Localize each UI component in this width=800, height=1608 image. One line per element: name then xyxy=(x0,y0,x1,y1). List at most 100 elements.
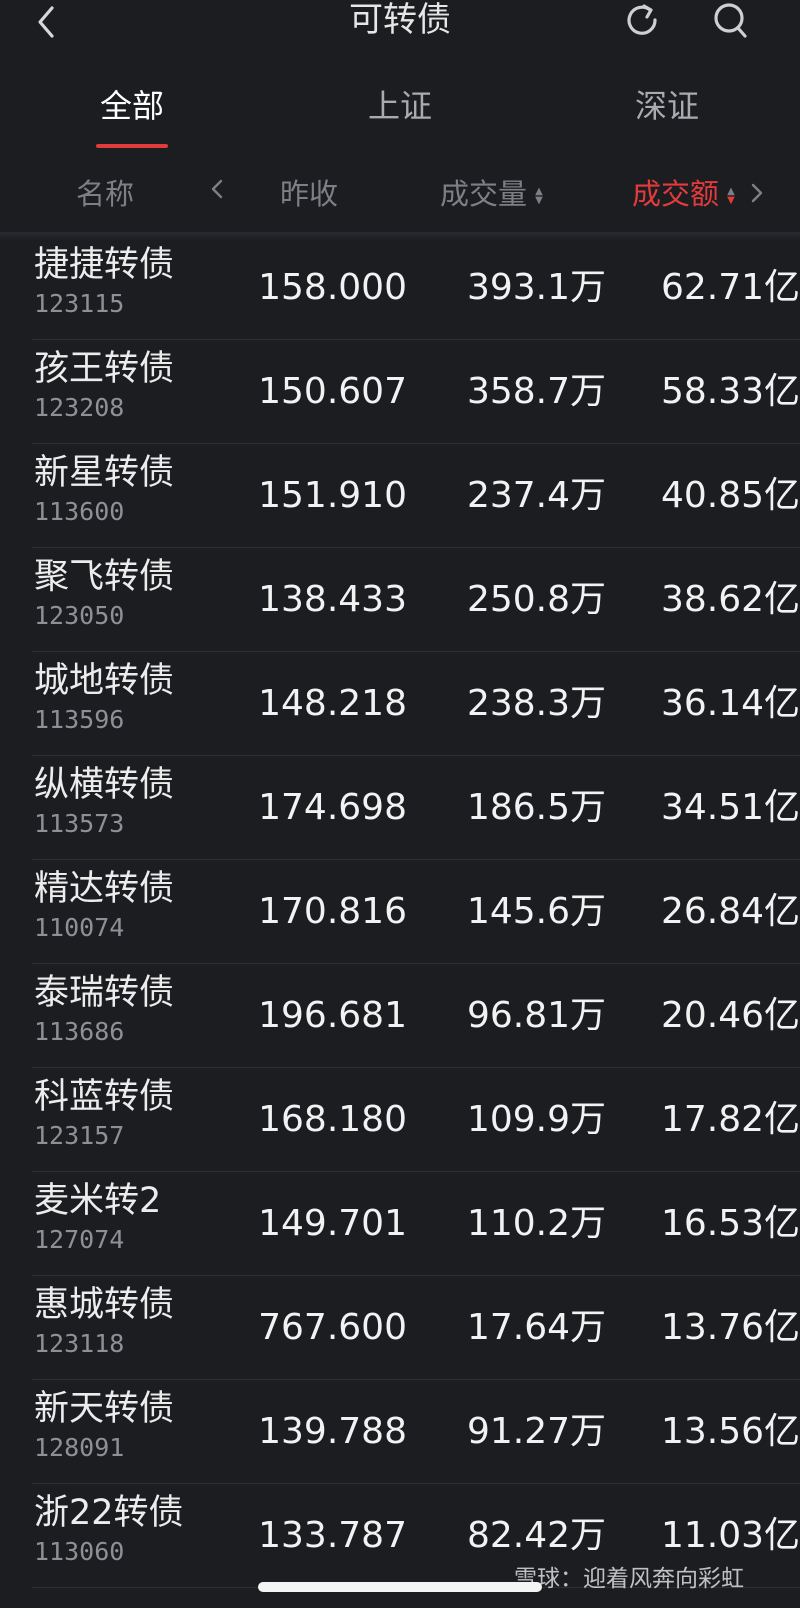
search-button[interactable] xyxy=(708,0,754,44)
amount-value: 36.14亿 xyxy=(660,683,800,724)
prev-close-value: 148.218 xyxy=(258,683,407,724)
bond-code: 127074 xyxy=(34,1225,125,1254)
prev-close-value: 149.701 xyxy=(258,1203,407,1244)
table-row[interactable]: 麦米转2 127074 149.701 110.2万 16.53亿 xyxy=(32,1172,800,1276)
table-row[interactable]: 纵横转债 113573 174.698 186.5万 34.51亿 xyxy=(32,756,800,860)
bond-name: 泰瑞转债 xyxy=(34,973,175,1013)
table-row[interactable]: 新星转债 113600 151.910 237.4万 40.85亿 xyxy=(32,444,800,548)
volume-value: 250.8万 xyxy=(466,579,606,620)
bond-name: 捷捷转债 xyxy=(34,245,175,285)
volume-value: 110.2万 xyxy=(466,1203,606,1244)
bond-name: 新天转债 xyxy=(34,1389,175,1429)
amount-value: 17.82亿 xyxy=(660,1099,800,1140)
sort-desc-icon: ▲ ▼ xyxy=(727,186,735,206)
volume-value: 109.9万 xyxy=(466,1099,606,1140)
bond-name: 惠城转债 xyxy=(34,1285,175,1325)
column-prev-close-header[interactable]: 昨收 xyxy=(280,174,338,214)
bond-code: 123157 xyxy=(34,1121,125,1150)
amount-value: 40.85亿 xyxy=(660,475,800,516)
column-amount-label: 成交额 xyxy=(632,177,720,211)
volume-value: 82.42万 xyxy=(466,1515,606,1556)
bond-code: 123050 xyxy=(34,601,125,630)
refresh-icon xyxy=(627,4,657,35)
amount-value: 13.56亿 xyxy=(660,1411,800,1452)
volume-value: 237.4万 xyxy=(466,475,606,516)
bond-code: 113573 xyxy=(34,809,125,838)
bond-code: 123115 xyxy=(34,289,125,318)
amount-value: 34.51亿 xyxy=(660,787,800,828)
amount-value: 20.46亿 xyxy=(660,995,800,1036)
prev-close-value: 133.787 xyxy=(258,1515,407,1556)
volume-value: 238.3万 xyxy=(466,683,606,724)
table-row[interactable]: 城地转债 113596 148.218 238.3万 36.14亿 xyxy=(32,652,800,756)
bond-code: 113596 xyxy=(34,705,125,734)
column-volume-label: 成交量 xyxy=(440,177,528,211)
table-row[interactable]: 精达转债 110074 170.816 145.6万 26.84亿 xyxy=(32,860,800,964)
bond-code: 128091 xyxy=(34,1433,125,1462)
volume-value: 145.6万 xyxy=(466,891,606,932)
volume-value: 91.27万 xyxy=(466,1411,606,1452)
page-title: 可转债 xyxy=(349,0,451,40)
table-row[interactable]: 泰瑞转债 113686 196.681 96.81万 20.46亿 xyxy=(32,964,800,1068)
column-header: 名称 昨收 成交量 ▲ ▼ 成交额 ▲ ▼ xyxy=(0,160,800,232)
prev-close-value: 139.788 xyxy=(258,1411,407,1452)
scroll-right-arrow[interactable] xyxy=(750,174,764,214)
watermark: 雪球：迎着风奔向彩虹 xyxy=(514,1566,744,1592)
volume-value: 96.81万 xyxy=(466,995,606,1036)
table-row[interactable]: 科蓝转债 123157 168.180 109.9万 17.82亿 xyxy=(32,1068,800,1172)
table-row[interactable]: 捷捷转债 123115 158.000 393.1万 62.71亿 xyxy=(32,236,800,340)
prev-close-value: 150.607 xyxy=(258,371,407,412)
bond-name: 孩王转债 xyxy=(34,349,175,389)
bond-code: 113600 xyxy=(34,497,125,526)
active-tab-indicator xyxy=(96,144,168,148)
search-icon xyxy=(714,3,747,38)
volume-value: 393.1万 xyxy=(466,267,606,308)
column-amount-header[interactable]: 成交额 ▲ ▼ xyxy=(632,174,737,214)
volume-value: 358.7万 xyxy=(466,371,606,412)
prev-close-value: 196.681 xyxy=(258,995,407,1036)
table-row[interactable]: 新天转债 128091 139.788 91.27万 13.56亿 xyxy=(32,1380,800,1484)
bond-name: 新星转债 xyxy=(34,453,175,493)
prev-close-value: 168.180 xyxy=(258,1099,407,1140)
volume-value: 17.64万 xyxy=(466,1307,606,1348)
column-name-header: 名称 xyxy=(76,177,135,211)
amount-value: 38.62亿 xyxy=(660,579,800,620)
scroll-left-arrow[interactable] xyxy=(210,174,224,214)
prev-close-value: 767.600 xyxy=(258,1307,407,1348)
bond-name: 精达转债 xyxy=(34,869,175,909)
right-arrow-icon xyxy=(751,183,763,203)
amount-value: 16.53亿 xyxy=(660,1203,800,1244)
table-row[interactable]: 聚飞转债 123050 138.433 250.8万 38.62亿 xyxy=(32,548,800,652)
amount-value: 11.03亿 xyxy=(660,1515,800,1556)
bond-code: 113686 xyxy=(34,1017,125,1046)
prev-close-value: 158.000 xyxy=(258,267,407,308)
bond-name: 科蓝转债 xyxy=(34,1077,175,1117)
tab-all[interactable]: 全部 xyxy=(62,86,202,126)
bond-code: 123118 xyxy=(34,1329,125,1358)
sort-arrows-icon: ▲ ▼ xyxy=(535,186,543,206)
tab-shenzhen[interactable]: 深证 xyxy=(597,86,737,126)
home-indicator[interactable] xyxy=(258,1582,542,1592)
top-navigation-bar: 可转债 xyxy=(0,0,800,62)
refresh-button[interactable] xyxy=(620,0,666,44)
tab-shanghai[interactable]: 上证 xyxy=(330,86,470,126)
bond-name: 聚飞转债 xyxy=(34,557,175,597)
volume-value: 186.5万 xyxy=(466,787,606,828)
prev-close-value: 151.910 xyxy=(258,475,407,516)
prev-close-value: 174.698 xyxy=(258,787,407,828)
prev-close-value: 138.433 xyxy=(258,579,407,620)
table-row[interactable]: 惠城转债 123118 767.600 17.64万 13.76亿 xyxy=(32,1276,800,1380)
amount-value: 62.71亿 xyxy=(660,267,800,308)
prev-close-value: 170.816 xyxy=(258,891,407,932)
bond-name: 麦米转2 xyxy=(34,1181,162,1221)
left-arrow-icon xyxy=(211,179,223,199)
amount-value: 26.84亿 xyxy=(660,891,800,932)
bond-name: 浙22转债 xyxy=(34,1493,184,1533)
market-tabs: 全部 上证 深证 xyxy=(0,76,800,154)
column-volume-header[interactable]: 成交量 ▲ ▼ xyxy=(440,174,545,214)
bond-name: 纵横转债 xyxy=(34,765,175,805)
bond-code: 123208 xyxy=(34,393,125,422)
bond-code: 110074 xyxy=(34,913,125,942)
bond-name: 城地转债 xyxy=(34,661,175,701)
table-row[interactable]: 孩王转债 123208 150.607 358.7万 58.33亿 xyxy=(32,340,800,444)
